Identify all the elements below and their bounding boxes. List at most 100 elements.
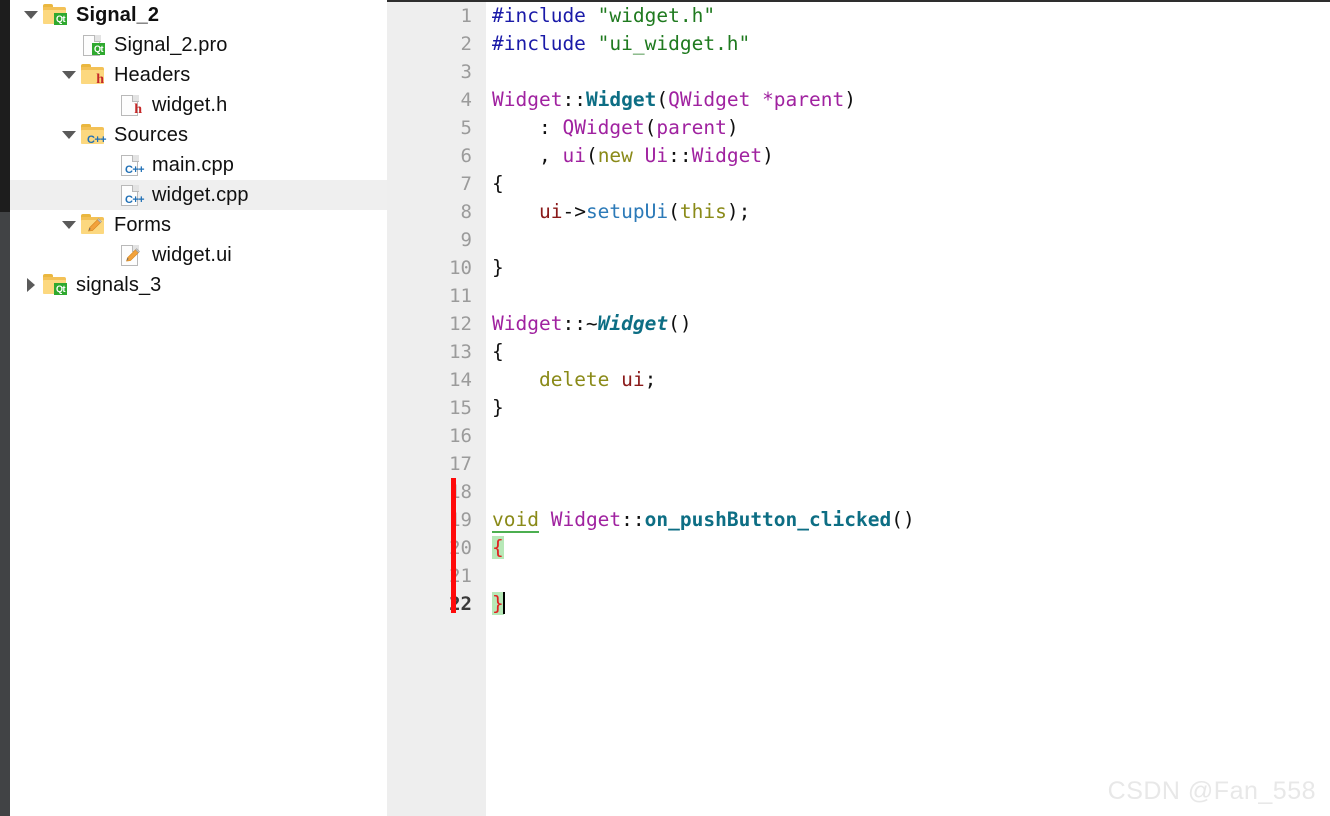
code-token-type: ui xyxy=(562,144,586,167)
qt-creator-window: Qt Signal_2 Qt Signal_2.pro h Headers h widget.… xyxy=(0,0,1330,816)
code-token-plain: :: xyxy=(621,508,645,531)
code-line[interactable]: Widget::Widget(QWidget *parent) xyxy=(486,86,1330,114)
editor-gutter[interactable]: 1 2 3 4 5 6 7 8 9 10 11 12 13 14 15 16 17 18 19 20 21 22 xyxy=(387,2,508,816)
code-line[interactable] xyxy=(486,226,1330,254)
tree-item-label: widget.ui xyxy=(152,243,232,266)
code-token-str: "widget.h" xyxy=(597,4,716,27)
tree-item-forms[interactable]: Forms xyxy=(10,210,387,240)
change-marker-bar xyxy=(451,478,456,613)
code-line[interactable]: void Widget::on_pushButton_clicked() xyxy=(486,506,1330,534)
tree-arrow-placeholder xyxy=(58,30,80,60)
code-token-plain: () xyxy=(891,508,915,531)
caret-down-icon[interactable] xyxy=(58,60,80,90)
tree-arrow-placeholder xyxy=(96,180,118,210)
line-number: 9 xyxy=(460,229,472,251)
sidebar-scrollbar-thumb[interactable] xyxy=(0,0,10,212)
caret-down-icon[interactable] xyxy=(58,210,80,240)
code-token-kw: new xyxy=(597,144,633,167)
tree-item-label: widget.h xyxy=(152,93,228,116)
tree-item-headers[interactable]: h Headers xyxy=(10,60,387,90)
code-line[interactable] xyxy=(486,562,1330,590)
tree-item-main-cpp[interactable]: C++ main.cpp xyxy=(10,150,387,180)
line-number: 22 xyxy=(449,593,472,615)
line-number: 6 xyxy=(387,142,508,170)
folder-qt-icon: Qt xyxy=(42,4,68,26)
code-token-var: ui xyxy=(538,200,563,223)
code-token-plain: ( xyxy=(656,88,669,111)
code-line[interactable]: #include "ui_widget.h" xyxy=(486,30,1330,58)
code-line[interactable]: ui->setupUi(this); xyxy=(486,198,1330,226)
tree-item-label: main.cpp xyxy=(152,153,234,176)
code-token-plain: { xyxy=(492,340,504,363)
tree-arrow-placeholder xyxy=(96,150,118,180)
code-line[interactable] xyxy=(486,450,1330,478)
code-line[interactable]: } xyxy=(486,254,1330,282)
code-line[interactable]: #include "widget.h" xyxy=(486,2,1330,30)
code-token-plain: ) xyxy=(726,116,739,139)
code-token-plain: ; xyxy=(738,200,751,223)
tree-item-sources[interactable]: C++ Sources xyxy=(10,120,387,150)
tree-item-signals-3[interactable]: Qt signals_3 xyxy=(10,270,387,300)
code-line[interactable]: , ui(new Ui::Widget) xyxy=(486,142,1330,170)
code-line[interactable]: : QWidget(parent) xyxy=(486,114,1330,142)
tree-item-signal-2[interactable]: Qt Signal_2 xyxy=(10,0,387,30)
code-line[interactable] xyxy=(486,478,1330,506)
tree-item-label: Headers xyxy=(114,63,191,86)
pencil-icon xyxy=(88,218,102,232)
code-token-type: Widget xyxy=(492,88,563,111)
code-line[interactable] xyxy=(486,282,1330,310)
code-token-plain: ( xyxy=(668,200,680,223)
code-token-plain: : xyxy=(492,116,563,139)
code-line[interactable]: Widget::~Widget() xyxy=(486,310,1330,338)
code-token-plain: ) xyxy=(726,200,739,223)
file-qt-icon: Qt xyxy=(80,34,106,56)
folder-h-icon: h xyxy=(80,64,106,87)
qt-badge-icon: Qt xyxy=(54,283,67,295)
file-ui-icon xyxy=(118,244,144,266)
line-number: 16 xyxy=(449,425,472,447)
code-line[interactable]: { xyxy=(486,170,1330,198)
line-number: 5 xyxy=(460,117,472,139)
code-token-type: Widget xyxy=(492,312,563,335)
code-line[interactable]: } xyxy=(486,394,1330,422)
caret-right-icon[interactable] xyxy=(20,270,42,300)
tree-item-widget-ui[interactable]: widget.ui xyxy=(10,240,387,270)
code-token-plain: } xyxy=(492,256,504,279)
code-token-type: *parent xyxy=(750,88,845,111)
line-number: 7 xyxy=(460,173,472,195)
tree-arrow-placeholder xyxy=(96,90,118,120)
code-line[interactable] xyxy=(486,58,1330,86)
code-line[interactable]: { xyxy=(486,338,1330,366)
code-token-pre: #include xyxy=(492,4,598,27)
code-token-plain: :: xyxy=(562,88,586,111)
sidebar-vertical-scrollbar[interactable] xyxy=(0,0,10,816)
file-h-icon: h xyxy=(118,94,144,117)
code-token-plain: :: xyxy=(668,144,692,167)
code-token-type: Widget xyxy=(691,144,763,167)
editor-code-area[interactable]: #include "widget.h" #include "ui_widget.h… xyxy=(486,2,1330,816)
tree-item-label: Signal_2.pro xyxy=(114,33,228,56)
code-token-type: parent xyxy=(656,116,727,139)
caret-down-icon[interactable] xyxy=(58,120,80,150)
code-token-type: Ui xyxy=(644,144,669,167)
code-line[interactable]: { xyxy=(486,534,1330,562)
code-token-type: Widget xyxy=(550,508,622,531)
tree-item-signal-2-pro[interactable]: Qt Signal_2.pro xyxy=(10,30,387,60)
code-editor[interactable]: 1 2 3 4 5 6 7 8 9 10 11 12 13 14 15 16 17 18 19 20 21 22 #inc… xyxy=(387,0,1330,816)
line-number: 1 xyxy=(460,5,472,27)
code-line[interactable] xyxy=(486,422,1330,450)
line-number: 18 xyxy=(449,481,472,503)
tree-item-widget-cpp[interactable]: C++ widget.cpp xyxy=(10,180,387,210)
folder-qt-icon: Qt xyxy=(42,274,68,296)
code-line[interactable]: } xyxy=(486,590,1330,618)
code-token-fnbold: on_pushButton_clicked xyxy=(644,508,892,531)
caret-down-icon[interactable] xyxy=(20,0,42,30)
code-line[interactable]: delete ui; xyxy=(486,366,1330,394)
tree-item-label: Forms xyxy=(114,213,172,236)
tree-item-widget-h[interactable]: h widget.h xyxy=(10,90,387,120)
line-number: 12 xyxy=(387,310,508,338)
folder-forms-icon xyxy=(80,214,106,236)
project-tree-panel[interactable]: Qt Signal_2 Qt Signal_2.pro h Headers h widget.… xyxy=(10,0,387,816)
